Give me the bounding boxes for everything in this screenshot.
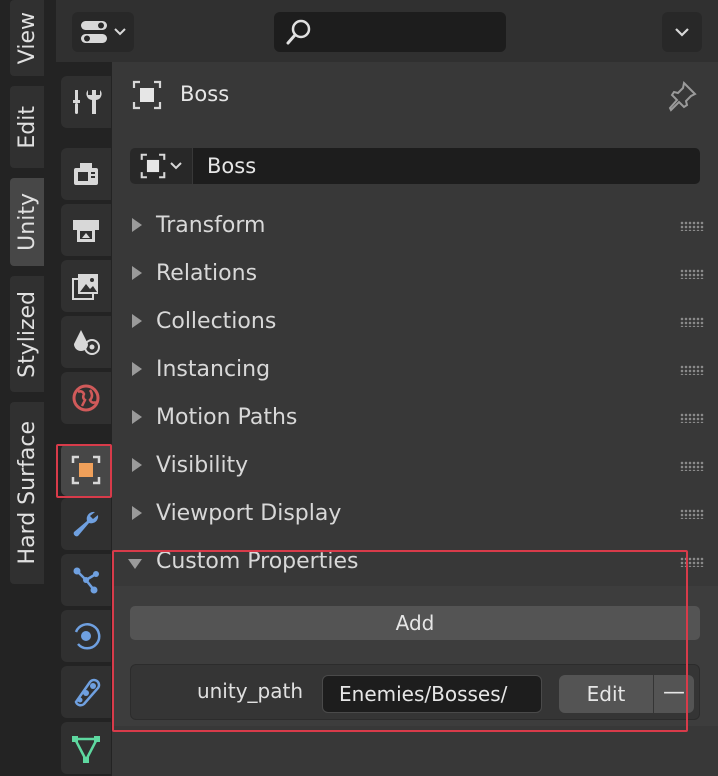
sidebar-tab-view[interactable]: View bbox=[10, 0, 44, 76]
view-layer-icon bbox=[72, 274, 98, 300]
render-icon bbox=[74, 163, 98, 185]
data-icon bbox=[72, 736, 100, 763]
collapse-arrow-icon bbox=[132, 266, 142, 280]
chevron-down-icon bbox=[114, 28, 126, 36]
section-custom-properties[interactable]: Custom Properties bbox=[112, 540, 718, 586]
particles-icon bbox=[73, 567, 99, 594]
editor-type-button[interactable] bbox=[72, 12, 134, 52]
section-motion-paths[interactable]: Motion Paths bbox=[112, 396, 718, 442]
collapse-arrow-icon bbox=[132, 218, 142, 232]
sidebar-tab-strip: View Edit Unity Stylized Hard Surface bbox=[0, 0, 56, 776]
object-icon bbox=[71, 455, 101, 485]
object-name-row: Boss bbox=[130, 148, 700, 184]
section-viewport-display[interactable]: Viewport Display bbox=[112, 492, 718, 538]
context-path: Boss bbox=[112, 62, 718, 128]
object-title: Boss bbox=[180, 82, 230, 106]
collapse-arrow-icon bbox=[132, 458, 142, 472]
object-icon bbox=[132, 80, 162, 110]
tab-modifier[interactable] bbox=[61, 498, 111, 550]
search-input[interactable] bbox=[274, 12, 506, 52]
property-value-field[interactable]: Enemies/Bosses/ bbox=[322, 675, 542, 713]
output-icon bbox=[73, 220, 99, 242]
search-icon bbox=[286, 19, 311, 45]
collapse-arrow-icon bbox=[132, 314, 142, 328]
drag-handle-icon[interactable] bbox=[680, 509, 704, 519]
tab-scene[interactable] bbox=[61, 316, 111, 368]
tab-physics[interactable] bbox=[61, 610, 111, 662]
section-instancing[interactable]: Instancing bbox=[112, 348, 718, 394]
custom-properties-body: Add unity_path Enemies/Bosses/ Edit — bbox=[112, 586, 718, 726]
sidebar-tab-stylized[interactable]: Stylized bbox=[10, 276, 44, 392]
constraints-icon bbox=[74, 678, 101, 707]
edit-property-button[interactable]: Edit bbox=[559, 675, 653, 713]
drag-handle-icon[interactable] bbox=[680, 461, 704, 471]
tab-particles[interactable] bbox=[61, 554, 111, 606]
object-properties-panel: Boss Boss Transform Relations Collection… bbox=[112, 62, 718, 776]
tab-constraints[interactable] bbox=[61, 666, 111, 718]
drag-handle-icon[interactable] bbox=[680, 365, 704, 375]
properties-editor-icon bbox=[81, 21, 107, 43]
pin-icon[interactable] bbox=[666, 80, 698, 112]
properties-editor: Boss Boss Transform Relations Collection… bbox=[56, 0, 718, 776]
drag-handle-icon[interactable] bbox=[680, 269, 704, 279]
section-visibility[interactable]: Visibility bbox=[112, 444, 718, 490]
tab-tool[interactable] bbox=[61, 76, 111, 128]
tool-icon bbox=[73, 90, 102, 114]
collapse-arrow-icon bbox=[132, 506, 142, 520]
tab-render[interactable] bbox=[61, 148, 111, 200]
drag-handle-icon[interactable] bbox=[680, 557, 704, 567]
object-name-field[interactable]: Boss bbox=[193, 148, 700, 184]
tab-output[interactable] bbox=[61, 204, 111, 256]
tab-view-layer[interactable] bbox=[61, 260, 111, 312]
collapse-arrow-icon bbox=[132, 410, 142, 424]
section-collections[interactable]: Collections bbox=[112, 300, 718, 346]
drag-handle-icon[interactable] bbox=[680, 317, 704, 327]
add-property-button[interactable]: Add bbox=[130, 606, 700, 640]
chevron-down-icon bbox=[675, 28, 689, 37]
drag-handle-icon[interactable] bbox=[680, 413, 704, 423]
section-relations[interactable]: Relations bbox=[112, 252, 718, 298]
remove-property-button[interactable]: — bbox=[654, 675, 694, 713]
sidebar-tab-unity[interactable]: Unity bbox=[10, 178, 44, 266]
collapse-arrow-icon bbox=[132, 362, 142, 376]
expand-arrow-icon bbox=[128, 559, 142, 569]
custom-property-row: unity_path Enemies/Bosses/ Edit — bbox=[130, 664, 700, 720]
property-key-label: unity_path bbox=[196, 679, 303, 703]
editor-header bbox=[56, 0, 718, 62]
drag-handle-icon[interactable] bbox=[680, 221, 704, 231]
options-dropdown-button[interactable] bbox=[662, 12, 702, 52]
sidebar-tab-edit[interactable]: Edit bbox=[10, 86, 44, 168]
sidebar-tab-hard-surface[interactable]: Hard Surface bbox=[10, 402, 44, 584]
world-icon bbox=[72, 384, 100, 412]
tab-world[interactable] bbox=[61, 372, 111, 424]
modifier-icon bbox=[73, 511, 99, 537]
object-type-dropdown[interactable] bbox=[130, 148, 192, 184]
physics-icon bbox=[74, 623, 101, 650]
tab-data[interactable] bbox=[61, 722, 111, 774]
property-tabs-column bbox=[56, 62, 112, 776]
scene-icon bbox=[74, 330, 100, 355]
section-transform[interactable]: Transform bbox=[112, 204, 718, 250]
tab-object[interactable] bbox=[61, 444, 111, 496]
object-icon bbox=[140, 153, 166, 179]
chevron-down-icon bbox=[170, 162, 182, 170]
